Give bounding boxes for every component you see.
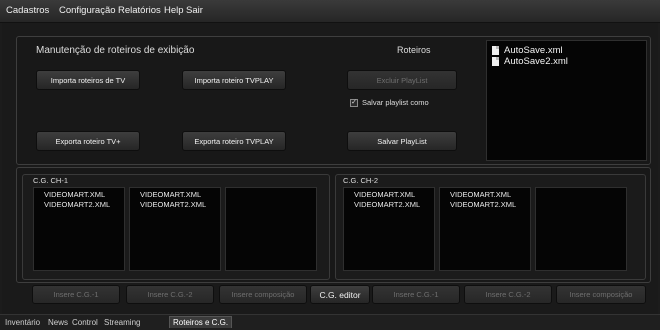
insere-composicao-ch2-button[interactable]: Insere composição	[556, 285, 646, 304]
cg-ch1-list-3[interactable]	[225, 187, 317, 271]
list-item[interactable]: VIDEOMART.XML	[44, 190, 124, 200]
tab-control[interactable]: Control	[72, 318, 98, 327]
importa-roteiro-tvplay-button[interactable]: Importa roteiro TVPLAY	[182, 70, 286, 90]
cg-editor-button[interactable]: C.G. editor	[310, 285, 370, 304]
cg-ch2-list-2[interactable]: VIDEOMART.XML VIDEOMART2.XML	[439, 187, 531, 271]
exporta-roteiro-tvplay-button[interactable]: Exporta roteiro TVPLAY	[182, 131, 286, 151]
list-item[interactable]: VIDEOMART.XML	[450, 190, 530, 200]
file-name: AutoSave.xml	[504, 45, 563, 56]
insere-composicao-ch1-button[interactable]: Insere composição	[219, 285, 307, 304]
importa-roteiros-tv-button[interactable]: Importa roteiros de TV	[36, 70, 140, 90]
insere-cg2-ch1-button[interactable]: Insere C.G.-2	[126, 285, 214, 304]
list-item[interactable]: AutoSave2.xml	[492, 56, 568, 67]
cg-ch1-group: C.G. CH-1 VIDEOMART.XML VIDEOMART2.XML V…	[22, 174, 330, 280]
menu-relatorios[interactable]: Relatórios	[118, 5, 161, 16]
cg-ch1-list-2[interactable]: VIDEOMART.XML VIDEOMART2.XML	[129, 187, 221, 271]
cg-ch1-label: C.G. CH-1	[33, 176, 69, 185]
list-item[interactable]: VIDEOMART.XML	[354, 190, 434, 200]
tab-bar: Inventário News Control Streaming Roteir…	[0, 314, 660, 330]
exporta-roteiro-tv-button[interactable]: Exporta roteiro TV+	[36, 131, 140, 151]
salvar-playlist-checkbox-label: Salvar playlist como	[362, 98, 429, 107]
menu-help[interactable]: Help	[164, 5, 184, 16]
cg-ch2-group: C.G. CH-2 VIDEOMART.XML VIDEOMART2.XML V…	[335, 174, 646, 280]
excluir-playlist-button[interactable]: Excluir PlayList	[347, 70, 457, 90]
roteiros-file-list[interactable]: AutoSave.xml AutoSave2.xml	[486, 40, 647, 161]
cg-ch1-list-1[interactable]: VIDEOMART.XML VIDEOMART2.XML	[33, 187, 125, 271]
list-item[interactable]: VIDEOMART.XML	[140, 190, 220, 200]
insere-cg1-ch1-button[interactable]: Insere C.G.-1	[32, 285, 120, 304]
roteiros-label: Roteiros	[397, 45, 431, 55]
file-icon	[492, 57, 499, 66]
file-name: AutoSave2.xml	[504, 56, 568, 67]
list-item[interactable]: AutoSave.xml	[492, 45, 563, 56]
cg-panel: C.G. CH-1 VIDEOMART.XML VIDEOMART2.XML V…	[16, 167, 651, 283]
list-item[interactable]: VIDEOMART2.XML	[354, 200, 434, 210]
menu-cadastros[interactable]: Cadastros	[6, 5, 49, 16]
salvar-playlist-button[interactable]: Salvar PlayList	[347, 131, 457, 151]
menu-bar: Cadastros Configuração Relatórios Help S…	[0, 0, 660, 23]
cg-ch2-list-1[interactable]: VIDEOMART.XML VIDEOMART2.XML	[343, 187, 435, 271]
cg-ch2-list-3[interactable]	[535, 187, 627, 271]
tab-roteiros-cg[interactable]: Roteiros e C.G.	[169, 316, 233, 328]
menu-configuracao[interactable]: Configuração	[59, 5, 116, 16]
file-icon	[492, 46, 499, 55]
salvar-playlist-checkbox[interactable]: ✓	[350, 99, 358, 107]
list-item[interactable]: VIDEOMART2.XML	[44, 200, 124, 210]
cg-ch2-label: C.G. CH-2	[343, 176, 379, 185]
insere-cg1-ch2-button[interactable]: Insere C.G.-1	[372, 285, 460, 304]
list-item[interactable]: VIDEOMART2.XML	[140, 200, 220, 210]
tab-streaming[interactable]: Streaming	[104, 318, 140, 327]
tab-news[interactable]: News	[48, 318, 68, 327]
page-title: Manutenção de roteiros de exibição	[36, 45, 195, 56]
app-area: Manutenção de roteiros de exibição Rotei…	[2, 23, 658, 314]
list-item[interactable]: VIDEOMART2.XML	[450, 200, 530, 210]
insere-cg2-ch2-button[interactable]: Insere C.G.-2	[464, 285, 552, 304]
tab-inventario[interactable]: Inventário	[5, 318, 40, 327]
menu-sair[interactable]: Sair	[186, 5, 203, 16]
